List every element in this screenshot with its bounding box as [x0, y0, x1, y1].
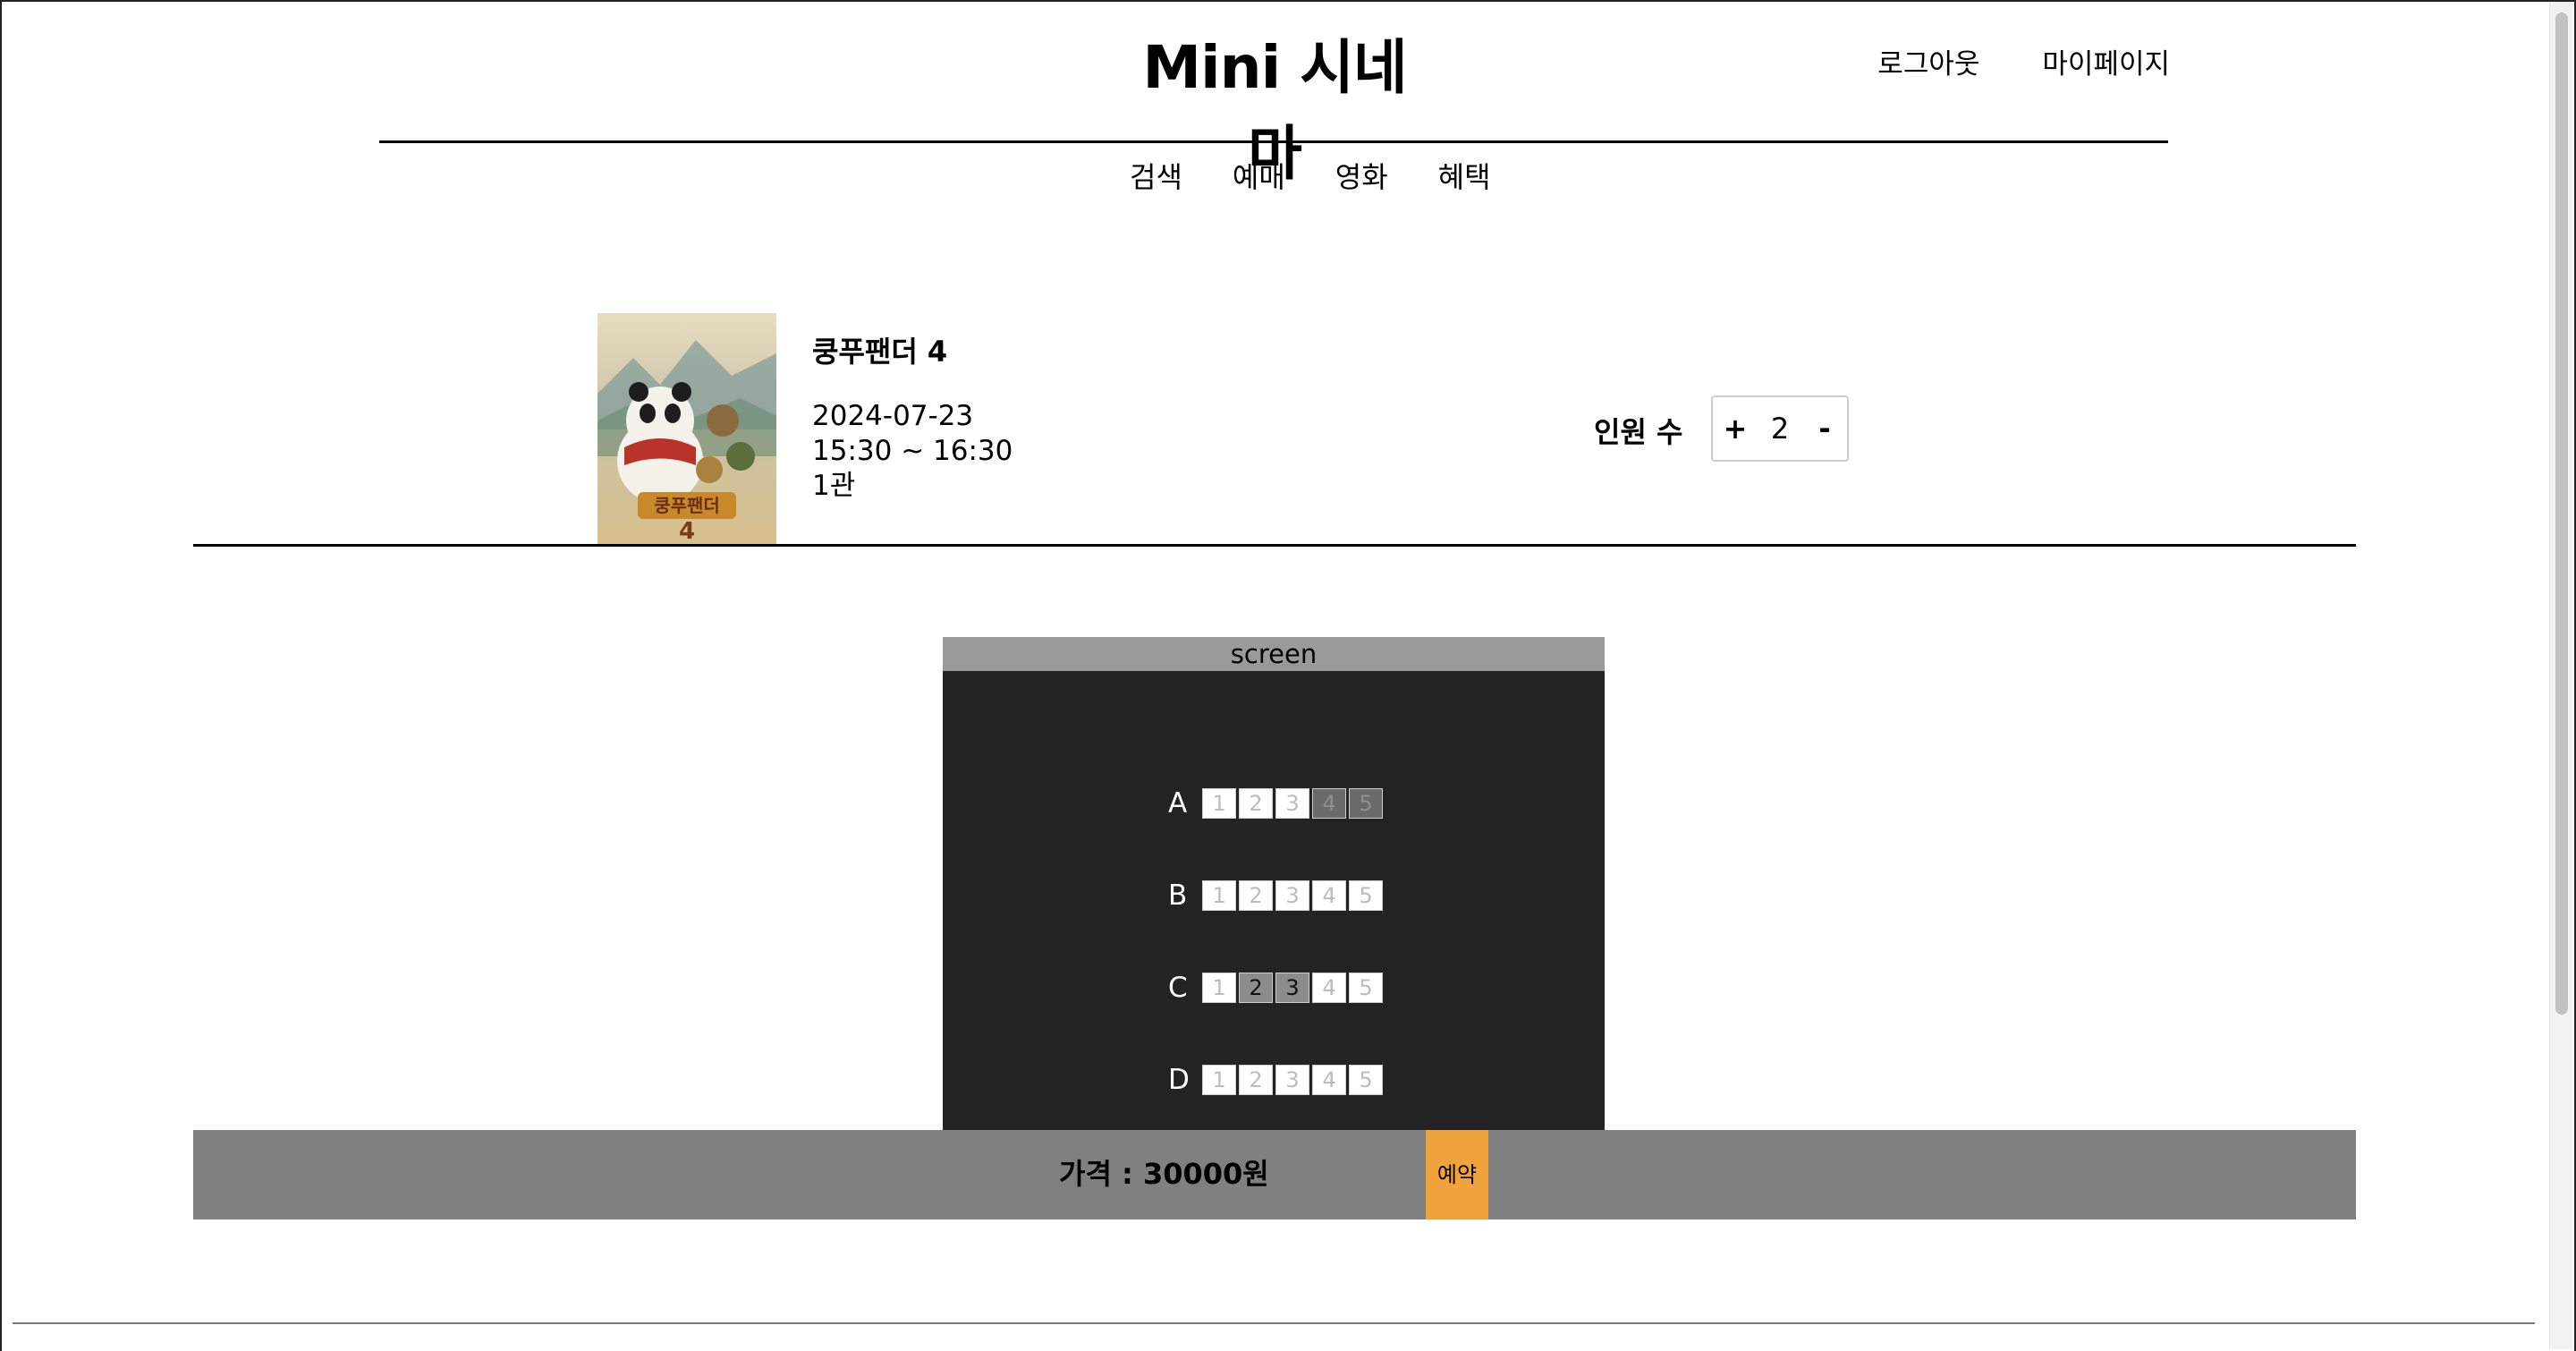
seat-row-d: D 1 2 3 4 5	[1168, 1064, 1385, 1096]
movie-time: 15:30 ~ 16:30	[812, 435, 1013, 467]
mypage-link[interactable]: 마이페이지	[2042, 41, 2170, 81]
logout-link[interactable]: 로그아웃	[1877, 41, 1979, 81]
seat[interactable]: 1	[1202, 973, 1236, 1003]
seat[interactable]: 4	[1312, 880, 1346, 911]
seat[interactable]: 2	[1239, 1065, 1273, 1095]
movie-poster: 쿵푸팬더 4	[597, 313, 776, 544]
scrollbar[interactable]	[2549, 2, 2572, 1349]
seat[interactable]: 3	[1275, 880, 1309, 911]
people-count-value: 2	[1770, 412, 1790, 446]
row-label: A	[1168, 787, 1188, 820]
seat-row-b: B 1 2 3 4 5	[1168, 879, 1385, 912]
seat[interactable]: 1	[1202, 1065, 1236, 1095]
seat[interactable]: 3	[1275, 788, 1309, 819]
seat[interactable]: 1	[1202, 788, 1236, 819]
increase-button[interactable]: +	[1717, 412, 1753, 446]
seat[interactable]: 5	[1349, 788, 1383, 819]
screen-bar: screen	[943, 637, 1605, 671]
svg-text:쿵푸팬더: 쿵푸팬더	[654, 495, 720, 516]
seat[interactable]: 2	[1239, 788, 1273, 819]
seat[interactable]: 3	[1275, 973, 1309, 1003]
seat[interactable]: 4	[1312, 1065, 1346, 1095]
people-counter: + 2 -	[1711, 395, 1849, 462]
info-divider	[193, 544, 2356, 547]
seat[interactable]: 5	[1349, 880, 1383, 911]
row-label: D	[1168, 1064, 1190, 1096]
price-bar: 가격 : 30000원 예약	[193, 1130, 2356, 1219]
seat[interactable]: 1	[1202, 880, 1236, 911]
header-divider	[379, 140, 2168, 143]
footer-divider	[13, 1322, 2535, 1324]
svg-text:4: 4	[679, 518, 695, 544]
main-nav: 검색 예매 영화 혜택	[1130, 155, 1491, 196]
scrollbar-thumb[interactable]	[2555, 13, 2568, 1015]
seat[interactable]: 4	[1312, 973, 1346, 1003]
reserve-button[interactable]: 예약	[1426, 1130, 1488, 1219]
movie-hall: 1관	[812, 470, 856, 502]
seat[interactable]: 5	[1349, 1065, 1383, 1095]
movie-title: 쿵푸팬더 4	[812, 335, 948, 369]
seat-row-a: A 1 2 3 4 5	[1168, 787, 1385, 820]
seat[interactable]: 2	[1239, 973, 1273, 1003]
price-text: 가격 : 30000원	[1059, 1157, 1269, 1191]
movie-schedule: 2024-07-23 15:30 ~ 16:30 1관	[812, 399, 1013, 504]
nav-item-search[interactable]: 검색	[1130, 155, 1182, 196]
seat[interactable]: 4	[1312, 788, 1346, 819]
row-label: B	[1168, 879, 1188, 912]
people-count-label: 인원 수	[1594, 415, 1683, 449]
nav-item-booking[interactable]: 예매	[1233, 155, 1285, 196]
decrease-button[interactable]: -	[1807, 412, 1843, 446]
user-links: 로그아웃 마이페이지	[1877, 41, 2170, 81]
seat-map: A 1 2 3 4 5 B 1 2 3 4 5 C 1 2 3 4 5 D 1 …	[943, 671, 1605, 1131]
row-label: C	[1168, 972, 1188, 1004]
nav-item-movies[interactable]: 영화	[1335, 155, 1388, 196]
movie-date: 2024-07-23	[812, 400, 974, 432]
nav-item-benefits[interactable]: 혜택	[1438, 155, 1491, 196]
seat[interactable]: 3	[1275, 1065, 1309, 1095]
seat-row-c: C 1 2 3 4 5	[1168, 972, 1385, 1004]
seat[interactable]: 5	[1349, 973, 1383, 1003]
seat[interactable]: 2	[1239, 880, 1273, 911]
